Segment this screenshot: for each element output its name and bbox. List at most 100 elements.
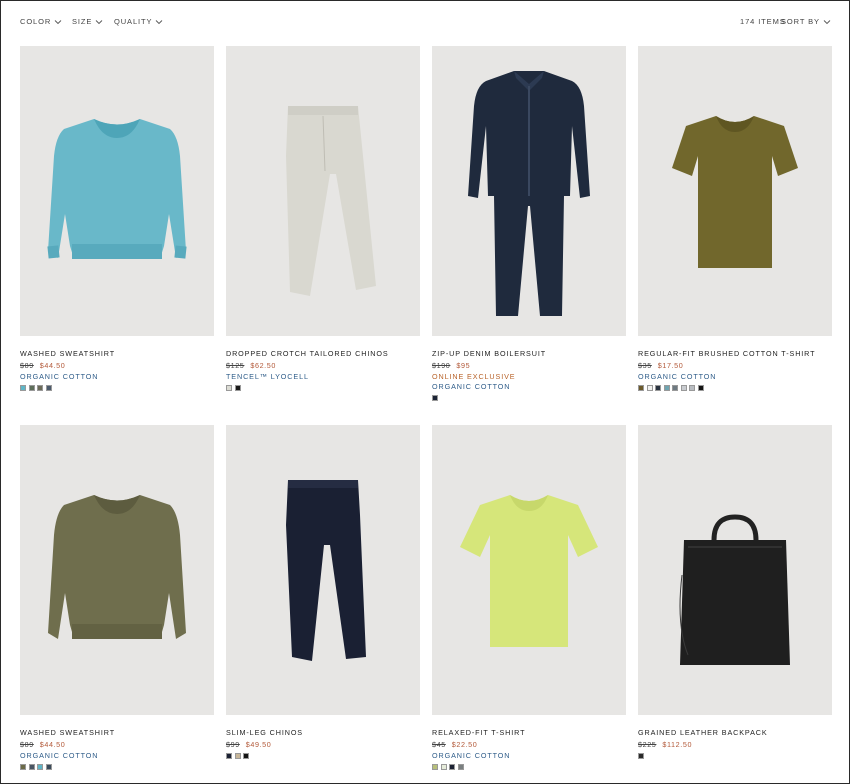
color-swatches [638,385,832,391]
product-name[interactable]: WASHED SWEATSHIRT [20,728,214,737]
product-name[interactable]: REGULAR-FIT BRUSHED COTTON T-SHIRT [638,349,832,358]
color-swatch[interactable] [432,764,438,770]
sale-price: $17.50 [657,361,684,370]
product-card[interactable]: DROPPED CROTCH TAILORED CHINOS $125 $62.50… [226,46,420,391]
color-swatch[interactable] [45,385,52,391]
color-swatch[interactable] [646,385,653,391]
color-swatch[interactable] [449,764,455,770]
chevron-down-icon [156,19,163,24]
color-swatch[interactable] [457,764,464,770]
product-prices: $89 $44.50 [20,361,214,370]
product-name[interactable]: WASHED SWEATSHIRT [20,349,214,358]
color-swatch[interactable] [680,385,687,391]
color-swatch[interactable] [440,764,447,770]
product-prices: $45 $22.50 [432,740,626,749]
color-swatches [638,753,832,759]
product-prices: $89 $44.50 [20,740,214,749]
chevron-down-icon [54,19,62,24]
color-swatch[interactable] [226,753,232,759]
product-name[interactable]: SLIM-LEG CHINOS [226,728,420,737]
chevron-down-icon [823,19,831,24]
original-price: $190 [432,361,451,370]
color-swatches [20,764,214,770]
color-swatch[interactable] [243,753,249,759]
size-filter-label: SIZE [72,17,93,26]
product-name[interactable]: RELAXED-FIT T-SHIRT [432,728,626,737]
original-price: $35 [638,361,652,370]
color-swatch[interactable] [672,385,678,391]
chevron-down-icon [95,19,103,24]
color-swatch[interactable] [638,385,644,391]
color-swatch[interactable] [638,753,644,759]
color-filter[interactable]: COLOR [20,17,62,26]
color-swatch[interactable] [234,753,241,759]
product-card[interactable]: WASHED SWEATSHIRT $89 $44.50 ORGANIC COTTON [20,425,214,770]
color-swatch[interactable] [663,385,670,391]
product-image[interactable] [638,425,832,715]
color-swatch[interactable] [45,764,52,770]
sale-price: $49.50 [245,740,272,749]
product-card[interactable]: REGULAR-FIT BRUSHED COTTON T-SHIRT $35 $17… [638,46,832,391]
sort-by-label: SORT BY [781,17,820,26]
product-card[interactable]: SLIM-LEG CHINOS $99 $49.50 [226,425,420,759]
color-swatch[interactable] [20,764,26,770]
material-label: ORGANIC COTTON [20,372,99,381]
color-swatch[interactable] [20,385,26,391]
quality-filter-label: QUALITY [114,17,153,26]
color-swatch[interactable] [226,385,232,391]
quality-filter[interactable]: QUALITY [114,17,163,26]
product-image[interactable] [226,425,420,715]
product-prices: $225 $112.50 [638,740,832,749]
color-swatch[interactable] [432,395,438,401]
color-swatch[interactable] [28,764,35,770]
product-image[interactable] [432,425,626,715]
color-swatch[interactable] [37,385,43,391]
color-swatch[interactable] [234,385,241,391]
original-price: $125 [226,361,245,370]
sale-price: $44.50 [39,740,66,749]
product-card[interactable]: WASHED SWEATSHIRT $89 $44.50 ORGANIC COTTON [20,46,214,391]
online-exclusive-label: ONLINE EXCLUSIVE [432,372,516,381]
color-filter-label: COLOR [20,17,52,26]
product-name[interactable]: GRAINED LEATHER BACKPACK [638,728,832,737]
product-card[interactable]: ZIP-UP DENIM BOILERSUIT $190 $95 ONLINE EXC… [432,46,626,401]
product-prices: $35 $17.50 [638,361,832,370]
material-label: ORGANIC COTTON [432,751,511,760]
color-swatch[interactable] [28,385,35,391]
color-swatch[interactable] [689,385,695,391]
product-image[interactable] [432,46,626,336]
color-swatches [226,385,420,391]
sort-by-dropdown[interactable]: SORT BY [781,17,831,26]
color-swatches [432,395,626,401]
product-image[interactable] [20,46,214,336]
material-label: TENCEL™ LYOCELL [226,372,309,381]
color-swatch[interactable] [37,764,43,770]
sale-price: $44.50 [39,361,66,370]
color-swatch[interactable] [655,385,661,391]
original-price: $45 [432,740,446,749]
color-swatches [20,385,214,391]
color-swatch[interactable] [697,385,704,391]
material-label: ORGANIC COTTON [432,382,511,391]
sale-price: $95 [456,361,471,370]
original-price: $89 [20,361,34,370]
material-label: ORGANIC COTTON [638,372,717,381]
color-swatches [226,753,420,759]
original-price: $99 [226,740,240,749]
sale-price: $62.50 [250,361,276,370]
material-label: ORGANIC COTTON [20,751,99,760]
product-prices: $125 $62.50 [226,361,420,370]
original-price: $225 [638,740,657,749]
product-prices: $190 $95 [432,361,626,370]
product-name[interactable]: DROPPED CROTCH TAILORED CHINOS [226,349,420,358]
product-image[interactable] [20,425,214,715]
product-image[interactable] [638,46,832,336]
sale-price: $112.50 [662,740,693,749]
size-filter[interactable]: SIZE [72,17,103,26]
product-image[interactable] [226,46,420,336]
product-card[interactable]: RELAXED-FIT T-SHIRT $45 $22.50 ORGANIC COTT… [432,425,626,770]
color-swatches [432,764,626,770]
product-card[interactable]: GRAINED LEATHER BACKPACK $225 $112.50 [638,425,832,759]
items-count: 174 ITEMS [740,17,786,26]
product-name[interactable]: ZIP-UP DENIM BOILERSUIT [432,349,626,358]
